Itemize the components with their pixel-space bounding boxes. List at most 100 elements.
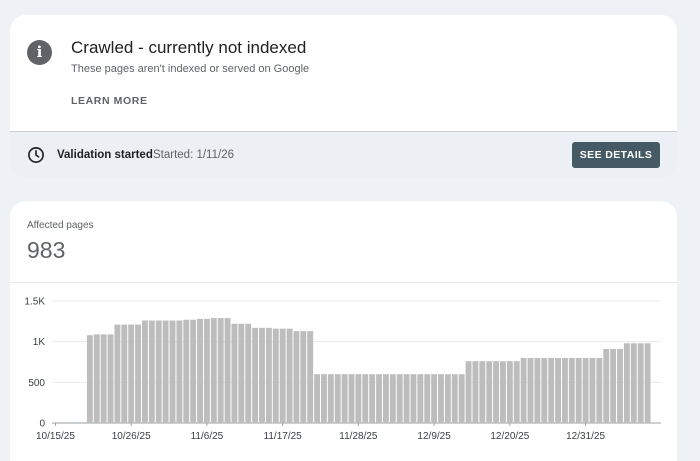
bar[interactable] xyxy=(238,323,245,423)
bar[interactable] xyxy=(252,327,259,423)
bar[interactable] xyxy=(293,331,300,423)
bar[interactable] xyxy=(396,374,403,423)
bar[interactable] xyxy=(190,319,197,423)
bar[interactable] xyxy=(86,335,93,423)
x-tick-label: 10/26/25 xyxy=(112,431,151,442)
bar[interactable] xyxy=(603,348,610,423)
bar[interactable] xyxy=(279,328,286,423)
bar[interactable] xyxy=(493,361,500,423)
bar[interactable] xyxy=(217,318,224,423)
validation-started-date: Started: 1/11/26 xyxy=(153,149,234,161)
learn-more-link[interactable]: LEARN MORE xyxy=(71,95,148,107)
bar[interactable] xyxy=(424,374,431,423)
bar[interactable] xyxy=(265,327,272,423)
bar[interactable] xyxy=(561,357,568,423)
bar[interactable] xyxy=(348,374,355,423)
bar[interactable] xyxy=(169,320,176,423)
bar[interactable] xyxy=(644,343,651,423)
bar[interactable] xyxy=(431,374,438,423)
x-tick-label: 12/31/25 xyxy=(566,431,605,442)
bar[interactable] xyxy=(610,348,617,423)
issue-subtitle: These pages aren't indexed or served on … xyxy=(71,63,310,75)
bar[interactable] xyxy=(162,320,169,423)
x-tick-label: 11/17/25 xyxy=(264,431,303,442)
y-tick-label: 500 xyxy=(28,378,45,389)
bar[interactable] xyxy=(224,318,231,423)
bar[interactable] xyxy=(534,357,541,423)
bar[interactable] xyxy=(197,318,203,423)
bar[interactable] xyxy=(382,374,389,423)
bar[interactable] xyxy=(451,374,458,423)
bar[interactable] xyxy=(568,357,575,423)
bar[interactable] xyxy=(245,323,252,423)
bar[interactable] xyxy=(142,320,148,423)
x-tick-label: 11/28/25 xyxy=(339,431,378,442)
bar[interactable] xyxy=(107,334,114,423)
bar[interactable] xyxy=(575,357,582,423)
bar[interactable] xyxy=(637,343,644,423)
x-tick-label: 12/9/25 xyxy=(417,431,451,442)
bar[interactable] xyxy=(286,328,293,423)
bar[interactable] xyxy=(362,374,369,423)
bar[interactable] xyxy=(630,343,637,423)
bar[interactable] xyxy=(307,331,314,423)
bar[interactable] xyxy=(548,357,555,423)
bar[interactable] xyxy=(410,374,417,423)
bar[interactable] xyxy=(479,361,486,423)
info-icon: i xyxy=(27,40,52,65)
bar[interactable] xyxy=(500,361,506,423)
validation-status: Validation started xyxy=(57,149,153,161)
bar[interactable] xyxy=(527,357,534,423)
bar[interactable] xyxy=(520,357,527,423)
bar[interactable] xyxy=(369,374,376,423)
issue-card: i Crawled - currently not indexed These … xyxy=(10,15,677,178)
bar[interactable] xyxy=(582,357,589,423)
bar[interactable] xyxy=(135,324,142,423)
bar[interactable] xyxy=(389,374,396,423)
see-details-button[interactable]: SEE DETAILS xyxy=(572,142,660,168)
bar[interactable] xyxy=(465,361,472,423)
bar[interactable] xyxy=(121,324,128,423)
bar[interactable] xyxy=(321,374,327,423)
bar[interactable] xyxy=(513,361,520,423)
bar[interactable] xyxy=(596,357,603,423)
bar[interactable] xyxy=(617,348,623,423)
y-tick-label: 1.5K xyxy=(24,297,45,308)
bar[interactable] xyxy=(128,324,135,423)
bar[interactable] xyxy=(472,361,479,423)
bar[interactable] xyxy=(210,318,217,423)
bar[interactable] xyxy=(403,374,410,423)
x-tick-label: 11/6/25 xyxy=(191,431,224,442)
bar[interactable] xyxy=(300,331,307,423)
bar[interactable] xyxy=(334,374,341,423)
bar[interactable] xyxy=(341,374,348,423)
bar[interactable] xyxy=(272,328,279,423)
bar[interactable] xyxy=(314,374,321,423)
bar[interactable] xyxy=(417,374,424,423)
bar[interactable] xyxy=(458,374,465,423)
bar[interactable] xyxy=(203,318,210,423)
bar[interactable] xyxy=(148,320,155,423)
bar[interactable] xyxy=(444,374,451,423)
x-tick-label: 12/20/25 xyxy=(490,431,529,442)
bar[interactable] xyxy=(355,374,362,423)
bar[interactable] xyxy=(486,361,493,423)
bar[interactable] xyxy=(589,357,596,423)
bar[interactable] xyxy=(327,374,334,423)
bar[interactable] xyxy=(93,334,100,423)
clock-icon xyxy=(28,147,44,163)
bar[interactable] xyxy=(555,357,561,423)
bar[interactable] xyxy=(176,320,183,423)
bar[interactable] xyxy=(623,343,630,423)
bar[interactable] xyxy=(376,374,382,423)
bar[interactable] xyxy=(541,357,548,423)
bar[interactable] xyxy=(114,324,121,423)
bar[interactable] xyxy=(155,320,162,423)
bar[interactable] xyxy=(259,327,265,423)
bar[interactable] xyxy=(438,374,444,423)
bar[interactable] xyxy=(506,361,513,423)
affected-pages-chart: 0 500 1K 1.5K 10/15/25 10/26/25 11/6/25 11/17/2… xyxy=(24,297,661,442)
bar[interactable] xyxy=(231,323,238,423)
bar[interactable] xyxy=(183,319,190,423)
bar[interactable] xyxy=(100,334,107,423)
